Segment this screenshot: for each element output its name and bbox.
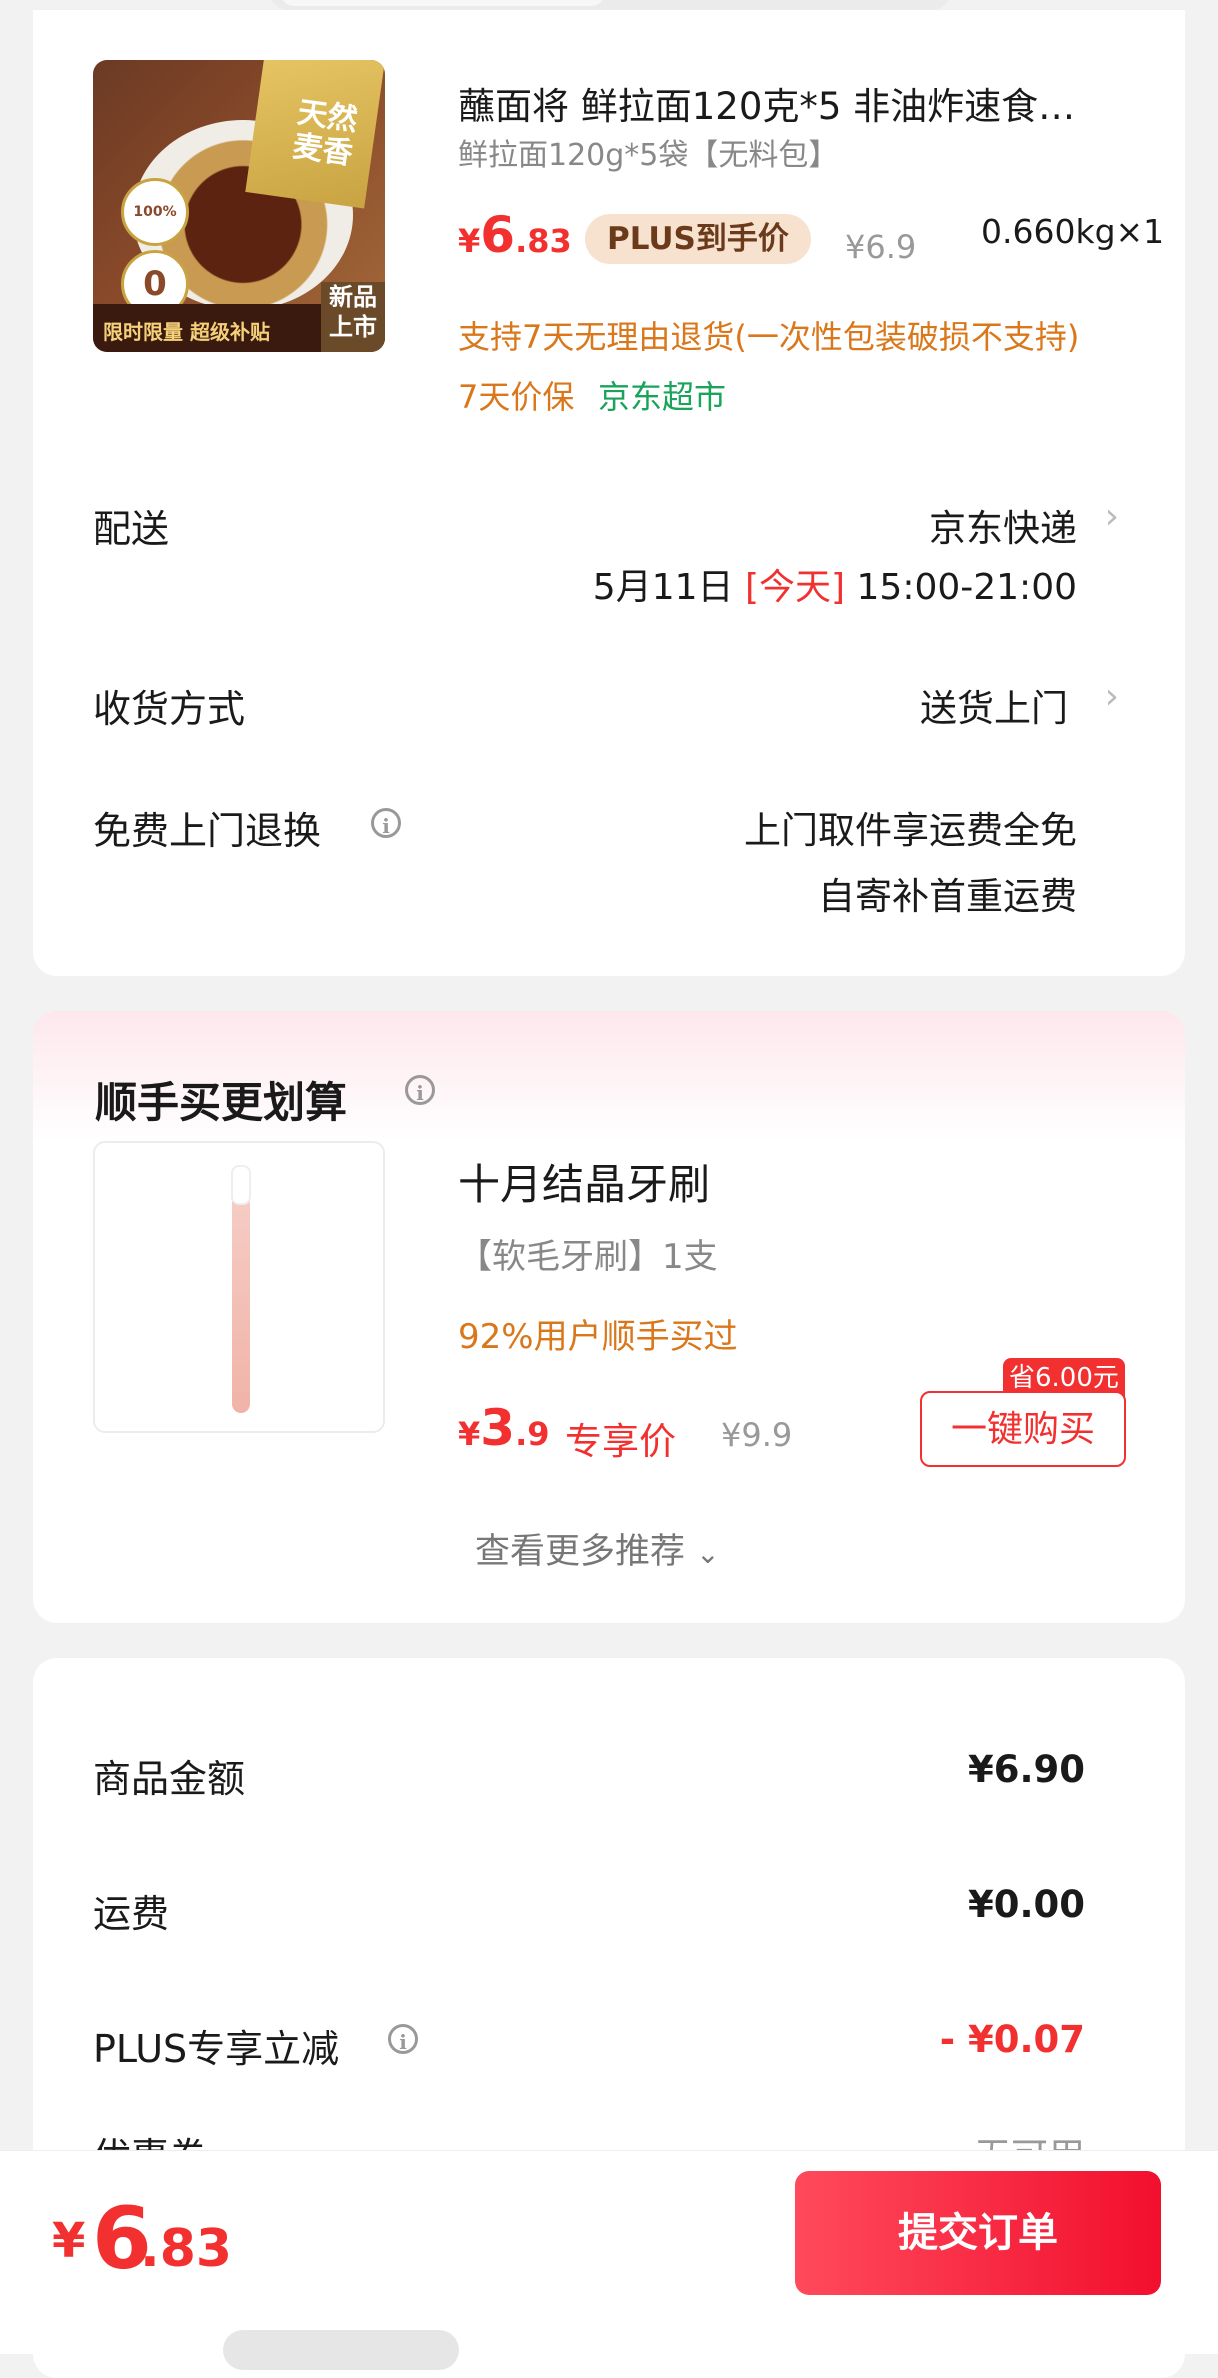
- price-integer: 3: [480, 1399, 516, 1457]
- badge-100: 100%: [121, 178, 189, 246]
- shipping-label: 运费: [93, 1892, 170, 1936]
- info-icon[interactable]: i: [405, 1075, 435, 1105]
- toothbrush-image[interactable]: [93, 1141, 385, 1433]
- free-return-line1: 上门取件享运费全免: [744, 809, 1077, 852]
- package-text: 天然 麦香: [290, 95, 360, 172]
- goods-amount-label: 商品金额: [93, 1757, 246, 1801]
- goods-amount-value: ¥6.90: [967, 1748, 1085, 1791]
- toothbrush-handle-graphic: [232, 1173, 250, 1413]
- addon-original-price: ¥9.9: [721, 1416, 793, 1454]
- image-banner-text: 限时限量 超级补贴: [103, 320, 270, 344]
- delivery-time[interactable]: 5月11日 [今天] 15:00-21:00: [593, 558, 1077, 610]
- home-indicator[interactable]: [223, 2330, 459, 2370]
- delivery-date: 5月11日: [592, 567, 734, 608]
- one-click-buy-button[interactable]: 一键购买: [920, 1391, 1126, 1467]
- price-integer: 6: [480, 206, 516, 264]
- price-protect-tag: 7天价保: [458, 378, 575, 416]
- price-decimal: .9: [515, 1415, 550, 1453]
- original-price: ¥6.9: [845, 228, 917, 266]
- exclusive-price-label: 专享价: [565, 1420, 676, 1463]
- shipping-value: ¥0.00: [967, 1883, 1085, 1926]
- addon-item-spec: 【软毛牙刷】1支: [458, 1237, 718, 1277]
- weight-quantity: 0.660kg×1: [981, 212, 1165, 251]
- price-symbol: ¥: [458, 1415, 481, 1453]
- addon-card: 顺手买更划算 i 十月结晶牙刷 【软毛牙刷】1支 92%用户顺手买过 ¥3.9 …: [33, 1011, 1185, 1623]
- receive-method-value[interactable]: 送货上门: [920, 678, 1068, 732]
- product-image[interactable]: 天然 麦香 100% 0 限时限量 超级补贴 新品 上市: [93, 60, 385, 352]
- free-return-line2: 自寄补首重运费: [818, 875, 1077, 918]
- addon-price: ¥3.9: [458, 1399, 549, 1457]
- more-recommendations-link[interactable]: 查看更多推荐 ⌄: [475, 1523, 720, 1574]
- chevron-right-icon[interactable]: ›: [1105, 676, 1119, 717]
- store-tag: 京东超市: [598, 378, 727, 416]
- total-price-symbol: ¥: [52, 2213, 86, 2269]
- chevron-down-icon: ⌄: [696, 1537, 720, 1570]
- addon-item-title[interactable]: 十月结晶牙刷: [458, 1151, 710, 1212]
- price-decimal: .83: [515, 222, 572, 260]
- plus-discount-label: PLUS专享立减: [93, 2027, 340, 2071]
- top-handle-inner: [280, 0, 605, 6]
- submit-order-button[interactable]: 提交订单: [795, 2171, 1161, 2295]
- info-icon[interactable]: i: [371, 808, 401, 838]
- delivery-today: [今天]: [744, 567, 846, 608]
- return-policy: 支持7天无理由退货(一次性包装破损不支持): [458, 318, 1080, 356]
- plus-price-tag: PLUS到手价: [585, 214, 811, 264]
- chevron-right-icon[interactable]: ›: [1105, 496, 1119, 537]
- product-title[interactable]: 蘸面将 鲜拉面120克*5 非油炸速食…: [458, 76, 1158, 130]
- product-price: ¥6.83: [458, 206, 572, 264]
- free-return-label: 免费上门退换: [93, 809, 322, 853]
- delivery-label: 配送: [93, 507, 170, 551]
- plus-discount-value: - ¥0.07: [939, 2018, 1085, 2061]
- checkout-bar: ¥ 6 .83 提交订单: [0, 2150, 1218, 2354]
- receive-method-label: 收货方式: [93, 687, 246, 731]
- delivery-carrier[interactable]: 京东快递: [929, 498, 1077, 552]
- addon-item-stat: 92%用户顺手买过: [458, 1317, 738, 1357]
- toothbrush-head-graphic: [231, 1165, 251, 1205]
- price-symbol: ¥: [458, 222, 481, 260]
- delivery-window: 15:00-21:00: [856, 567, 1077, 608]
- info-icon[interactable]: i: [388, 2024, 418, 2054]
- total-price-decimal: .83: [140, 2219, 233, 2279]
- more-recommendations-label: 查看更多推荐: [475, 1532, 686, 1572]
- addon-title: 顺手买更划算: [95, 1078, 348, 1127]
- new-badge: 新品 上市: [321, 282, 385, 352]
- product-spec: 鲜拉面120g*5袋【无料包】: [458, 138, 839, 173]
- order-item-card: 天然 麦香 100% 0 限时限量 超级补贴 新品 上市 蘸面将 鲜拉面120克…: [33, 10, 1185, 976]
